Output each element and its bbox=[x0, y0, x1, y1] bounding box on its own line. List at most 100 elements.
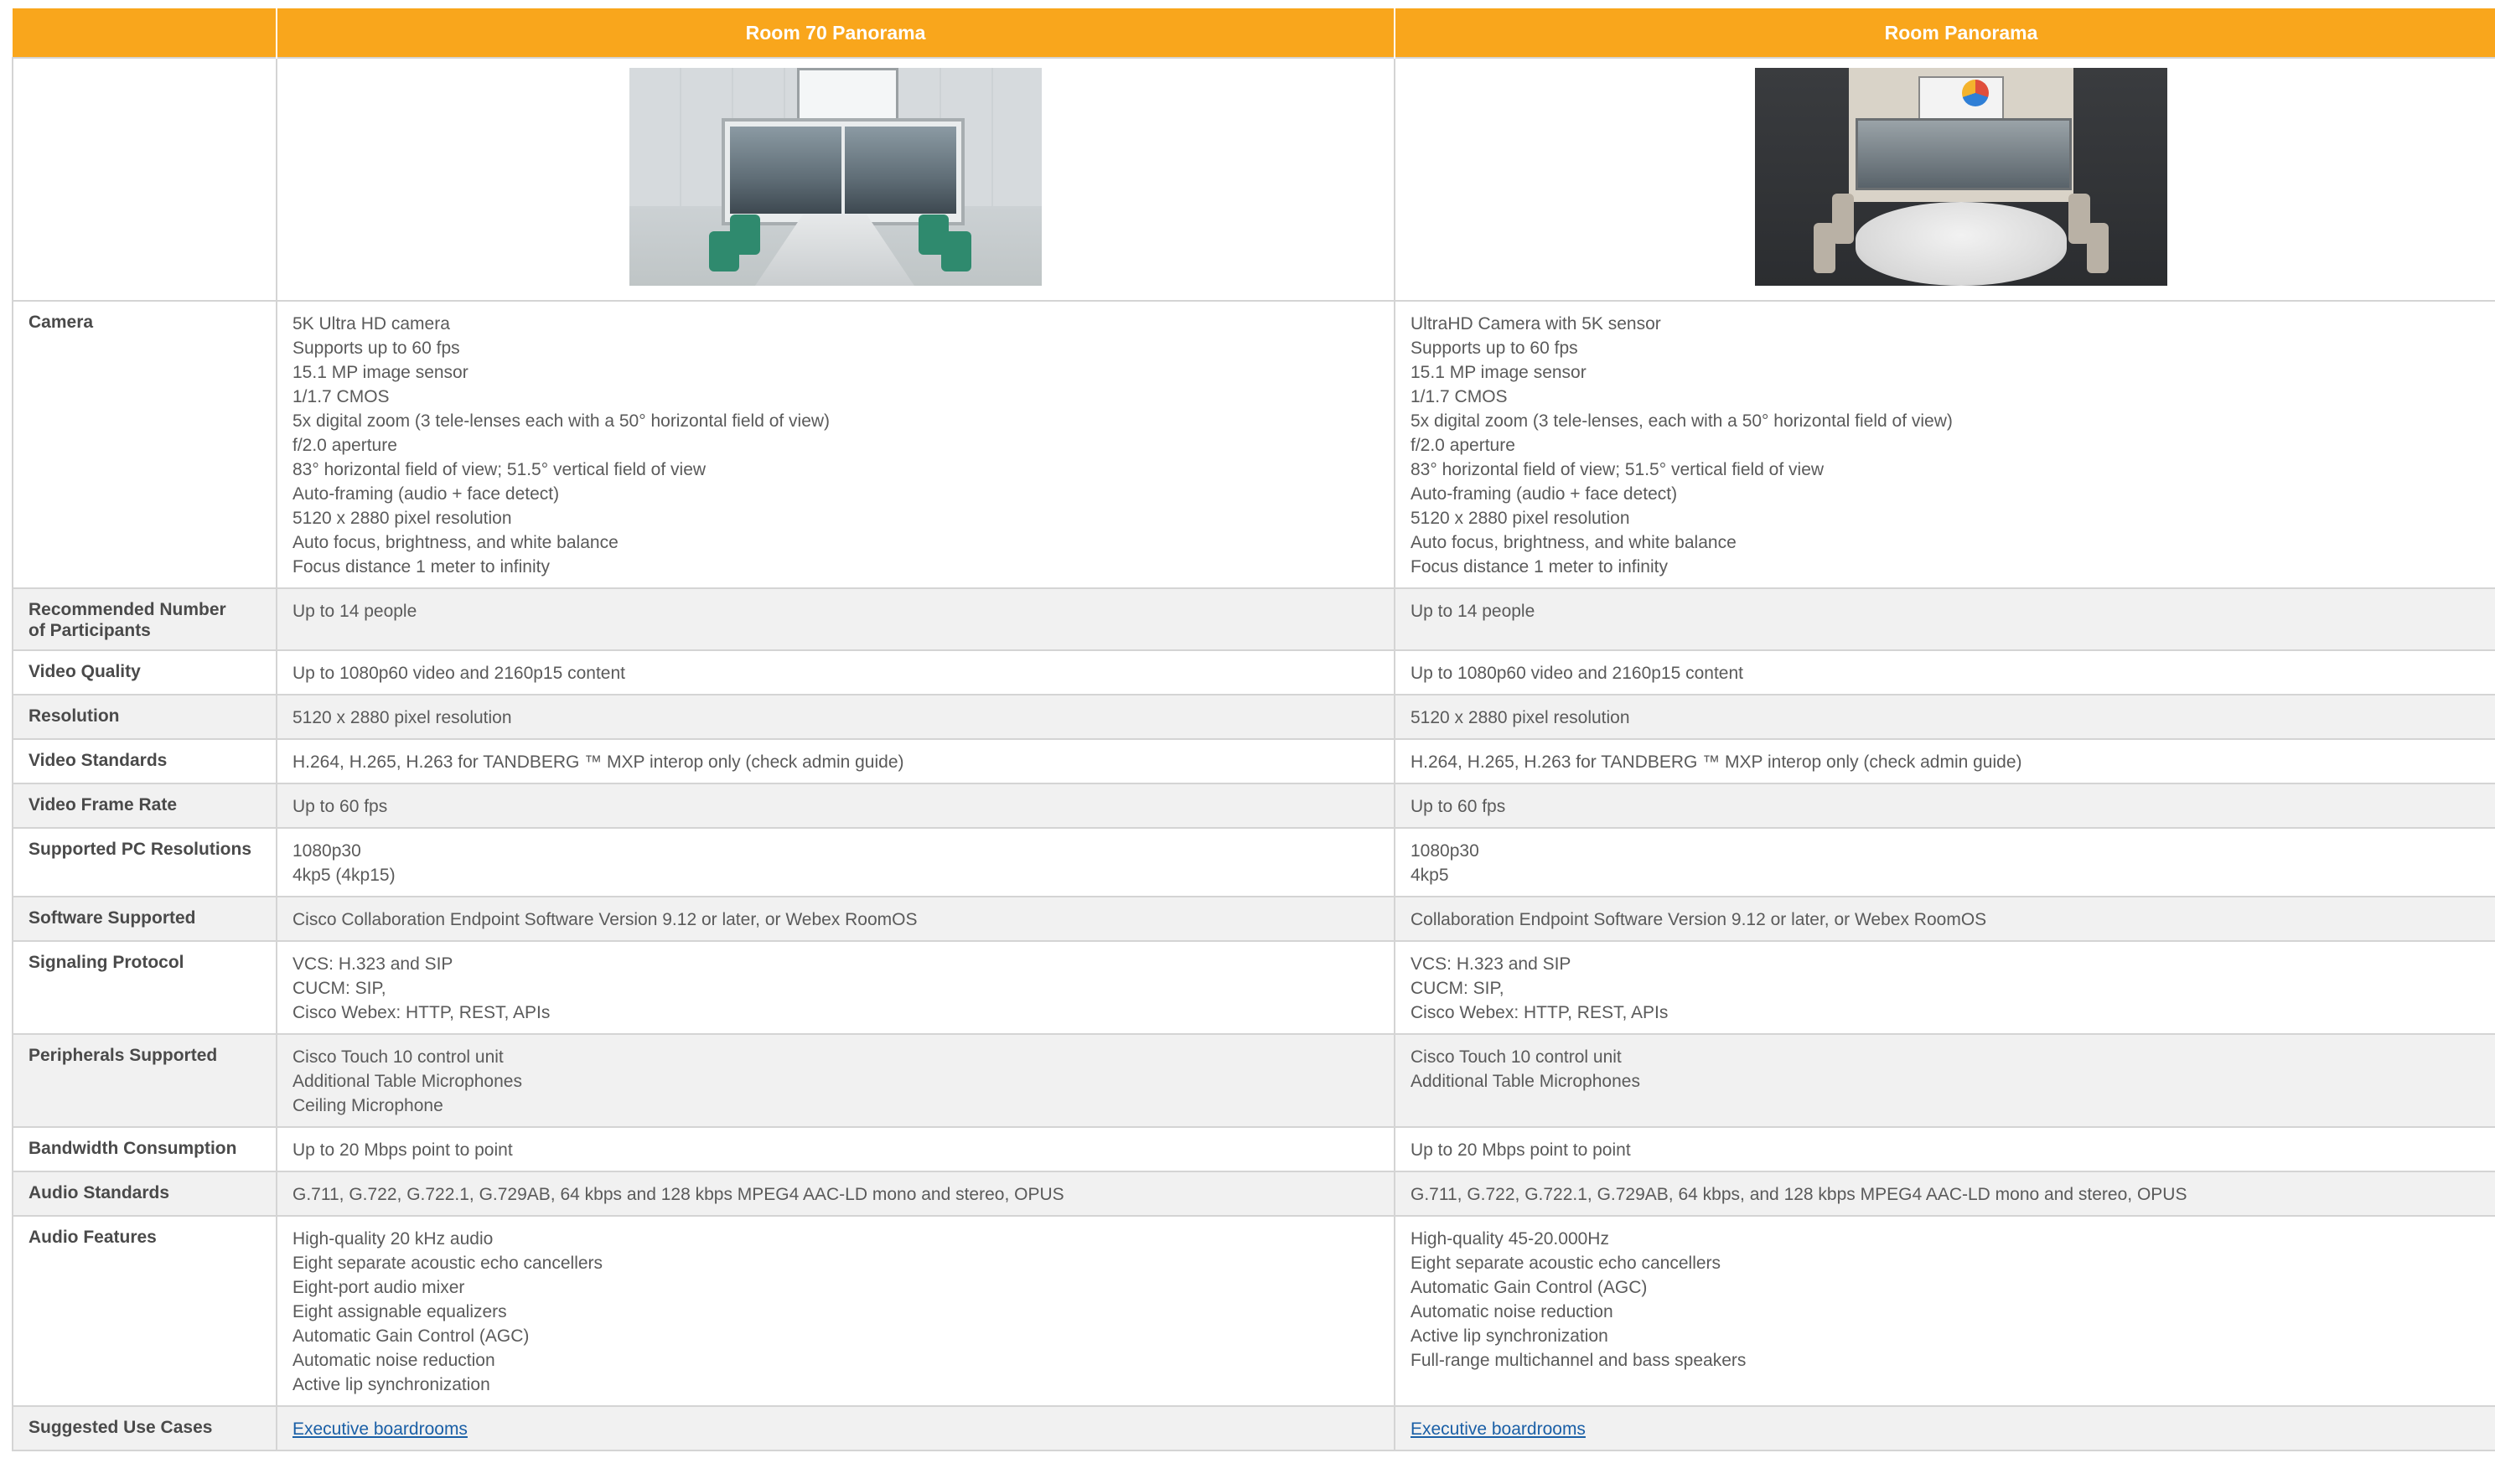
value-line: Auto-framing (audio + face detect) bbox=[292, 484, 560, 504]
value-line: 83° horizontal field of view; 51.5° vert… bbox=[292, 460, 707, 479]
row-label-line: of Participants bbox=[28, 621, 151, 640]
room-70-panorama-value: High-quality 20 kHz audio Eight separate… bbox=[276, 1215, 1395, 1407]
row-audio-features: Audio Features High-quality 20 kHz audio… bbox=[12, 1215, 2495, 1407]
value-line: Cisco Touch 10 control unit bbox=[292, 1047, 504, 1067]
value-line: Additional Table Microphones bbox=[292, 1072, 522, 1091]
image-cell-room-panorama bbox=[1394, 57, 2495, 302]
row-label-line: Recommended Number bbox=[28, 600, 226, 619]
value-line: G.711, G.722, G.722.1, G.729AB, 64 kbps,… bbox=[1411, 1185, 2187, 1204]
row-label: Audio Standards bbox=[12, 1171, 277, 1217]
executive-boardrooms-link[interactable]: Executive boardrooms bbox=[292, 1419, 468, 1439]
value-line: 5K Ultra HD camera bbox=[292, 314, 450, 334]
row-peripherals-supported: Peripherals Supported Cisco Touch 10 con… bbox=[12, 1033, 2495, 1128]
image-row bbox=[12, 57, 2495, 302]
value-line: Supports up to 60 fps bbox=[292, 339, 460, 358]
room-70-panorama-value: H.264, H.265, H.263 for TANDBERG ™ MXP i… bbox=[276, 738, 1395, 784]
value-line: CUCM: SIP, bbox=[292, 979, 386, 998]
value-line: Full-range multichannel and bass speaker… bbox=[1411, 1351, 1747, 1370]
room-panorama-value: 5120 x 2880 pixel resolution bbox=[1394, 694, 2495, 740]
value-line: Additional Table Microphones bbox=[1411, 1072, 1640, 1091]
value-line: CUCM: SIP, bbox=[1411, 979, 1504, 998]
value-line: Ceiling Microphone bbox=[292, 1096, 443, 1115]
row-label: Camera bbox=[12, 300, 277, 589]
value-line: High-quality 20 kHz audio bbox=[292, 1229, 494, 1249]
room-70-panorama-value: 1080p30 4kp5 (4kp15) bbox=[276, 827, 1395, 897]
row-label: Bandwidth Consumption bbox=[12, 1126, 277, 1172]
value-line: 15.1 MP image sensor bbox=[292, 363, 468, 382]
row-label: Software Supported bbox=[12, 896, 277, 942]
value-line: Up to 60 fps bbox=[1411, 797, 1506, 816]
value-line: H.264, H.265, H.263 for TANDBERG ™ MXP i… bbox=[1411, 752, 2022, 772]
value-line: Auto-framing (audio + face detect) bbox=[1411, 484, 1678, 504]
room-panorama-value: 1080p30 4kp5 bbox=[1394, 827, 2495, 897]
room-panorama-photo bbox=[1754, 68, 2167, 286]
row-label: Audio Features bbox=[12, 1215, 277, 1407]
row-software-supported: Software Supported Cisco Collaboration E… bbox=[12, 896, 2495, 942]
value-line: Cisco Touch 10 control unit bbox=[1411, 1047, 1622, 1067]
row-video-quality: Video Quality Up to 1080p60 video and 21… bbox=[12, 649, 2495, 695]
value-line: 5120 x 2880 pixel resolution bbox=[292, 708, 512, 727]
room-panorama-value: G.711, G.722, G.722.1, G.729AB, 64 kbps,… bbox=[1394, 1171, 2495, 1217]
row-video-frame-rate: Video Frame Rate Up to 60 fps Up to 60 f… bbox=[12, 783, 2495, 829]
room-70-panorama-value: Cisco Collaboration Endpoint Software Ve… bbox=[276, 896, 1395, 942]
value-line: Cisco Webex: HTTP, REST, APIs bbox=[292, 1003, 551, 1022]
value-line: Up to 20 Mbps point to point bbox=[1411, 1140, 1631, 1160]
value-line: Eight separate acoustic echo cancellers bbox=[292, 1254, 603, 1273]
row-recommended-participants: Recommended Number of Participants Up to… bbox=[12, 587, 2495, 651]
room-panorama-value: Collaboration Endpoint Software Version … bbox=[1394, 896, 2495, 942]
image-cell-room-70-panorama bbox=[276, 57, 1395, 302]
room-70-panorama-value: 5K Ultra HD camera Supports up to 60 fps… bbox=[276, 300, 1395, 589]
value-line: Active lip synchronization bbox=[292, 1375, 490, 1394]
value-line: Eight separate acoustic echo cancellers bbox=[1411, 1254, 1721, 1273]
room-70-panorama-value: Up to 60 fps bbox=[276, 783, 1395, 829]
room-70-panorama-value: Executive boardrooms bbox=[276, 1405, 1395, 1451]
value-line: 15.1 MP image sensor bbox=[1411, 363, 1587, 382]
value-line: Focus distance 1 meter to infinity bbox=[1411, 557, 1668, 577]
row-label: Peripherals Supported bbox=[12, 1033, 277, 1128]
value-line: Cisco Webex: HTTP, REST, APIs bbox=[1411, 1003, 1669, 1022]
value-line: Focus distance 1 meter to infinity bbox=[292, 557, 550, 577]
value-line: Auto focus, brightness, and white balanc… bbox=[1411, 533, 1737, 552]
value-line: Up to 14 people bbox=[1411, 602, 1535, 621]
value-line: 5120 x 2880 pixel resolution bbox=[1411, 509, 1630, 528]
value-line: Automatic Gain Control (AGC) bbox=[292, 1326, 530, 1346]
value-line: Automatic noise reduction bbox=[1411, 1302, 1613, 1321]
row-label: Video Frame Rate bbox=[12, 783, 277, 829]
row-signaling-protocol: Signaling Protocol VCS: H.323 and SIP CU… bbox=[12, 940, 2495, 1035]
room-70-panorama-value: Up to 20 Mbps point to point bbox=[276, 1126, 1395, 1172]
value-line: Up to 60 fps bbox=[292, 797, 388, 816]
value-line: H.264, H.265, H.263 for TANDBERG ™ MXP i… bbox=[292, 752, 904, 772]
room-panorama-value: VCS: H.323 and SIP CUCM: SIP, Cisco Webe… bbox=[1394, 940, 2495, 1035]
value-line: 4kp5 (4kp15) bbox=[292, 866, 396, 885]
value-line: 1080p30 bbox=[1411, 841, 1479, 861]
value-line: Auto focus, brightness, and white balanc… bbox=[292, 533, 619, 552]
row-label: Suggested Use Cases bbox=[12, 1405, 277, 1451]
room-70-panorama-photo bbox=[629, 68, 1042, 286]
row-video-standards: Video Standards H.264, H.265, H.263 for … bbox=[12, 738, 2495, 784]
value-line: 1/1.7 CMOS bbox=[292, 387, 390, 406]
room-panorama-value: Up to 14 people bbox=[1394, 587, 2495, 651]
room-70-panorama-value: Up to 1080p60 video and 2160p15 content bbox=[276, 649, 1395, 695]
header-room-70-panorama: Room 70 Panorama bbox=[276, 8, 1395, 58]
row-label: Signaling Protocol bbox=[12, 940, 277, 1035]
value-line: Up to 1080p60 video and 2160p15 content bbox=[292, 664, 626, 683]
value-line: 5x digital zoom (3 tele-lenses, each wit… bbox=[1411, 411, 1953, 431]
value-line: 5x digital zoom (3 tele-lenses each with… bbox=[292, 411, 831, 431]
header-empty-cell bbox=[13, 8, 277, 58]
room-panorama-value: Up to 60 fps bbox=[1394, 783, 2495, 829]
value-line: Up to 20 Mbps point to point bbox=[292, 1140, 513, 1160]
value-line: VCS: H.323 and SIP bbox=[292, 954, 453, 974]
room-70-panorama-value: Up to 14 people bbox=[276, 587, 1395, 651]
value-line: Automatic Gain Control (AGC) bbox=[1411, 1278, 1648, 1297]
value-line: 4kp5 bbox=[1411, 866, 1449, 885]
value-line: VCS: H.323 and SIP bbox=[1411, 954, 1571, 974]
room-panorama-value: H.264, H.265, H.263 for TANDBERG ™ MXP i… bbox=[1394, 738, 2495, 784]
value-line: Cisco Collaboration Endpoint Software Ve… bbox=[292, 910, 918, 929]
value-line: G.711, G.722, G.722.1, G.729AB, 64 kbps … bbox=[292, 1185, 1064, 1204]
room-panorama-value: Up to 20 Mbps point to point bbox=[1394, 1126, 2495, 1172]
value-line: 5120 x 2880 pixel resolution bbox=[1411, 708, 1630, 727]
row-supported-pc-resolutions: Supported PC Resolutions 1080p30 4kp5 (4… bbox=[12, 827, 2495, 897]
executive-boardrooms-link[interactable]: Executive boardrooms bbox=[1411, 1419, 1586, 1439]
room-panorama-value: High-quality 45-20.000Hz Eight separate … bbox=[1394, 1215, 2495, 1407]
row-camera: Camera 5K Ultra HD camera Supports up to… bbox=[12, 300, 2495, 589]
